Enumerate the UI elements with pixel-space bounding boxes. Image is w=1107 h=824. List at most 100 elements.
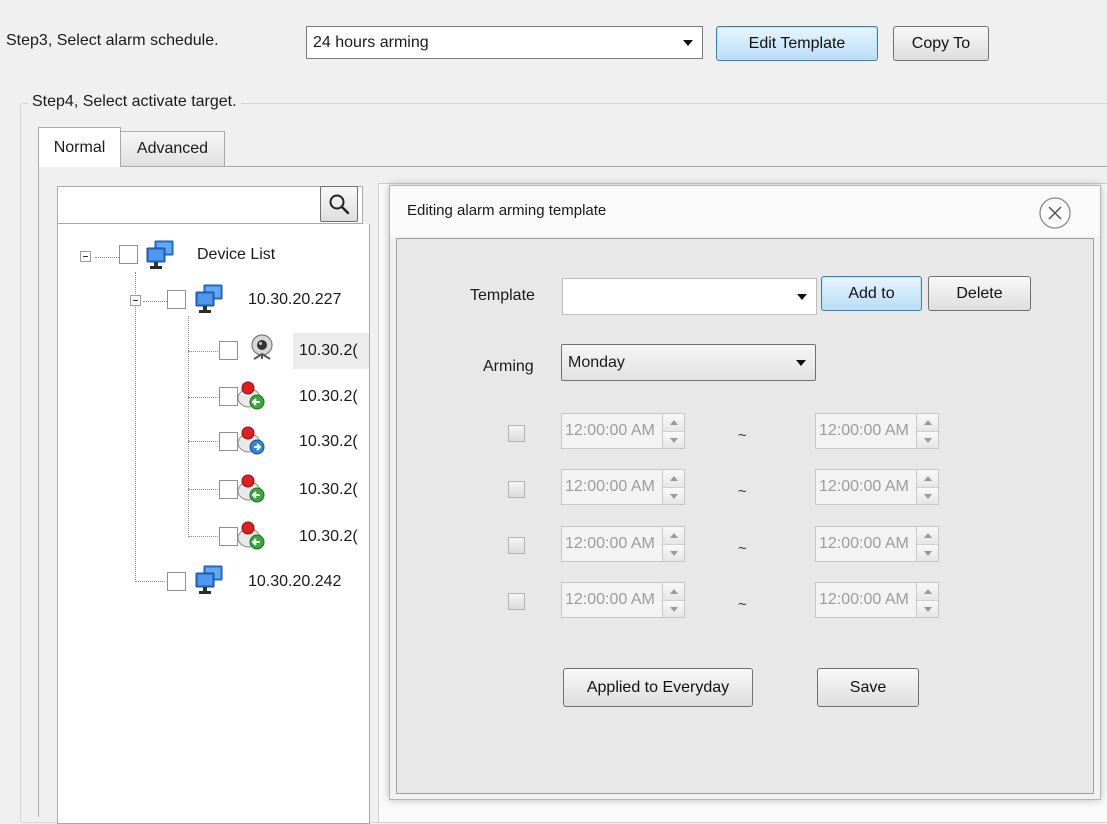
spin-up-icon[interactable] — [663, 470, 684, 487]
period-end-time[interactable]: 12:00:00 AM — [815, 526, 939, 562]
delete-button[interactable]: Delete — [928, 276, 1031, 311]
copy-to-button[interactable]: Copy To — [893, 26, 989, 61]
period-end-value: 12:00:00 AM — [819, 478, 909, 495]
time-spinner[interactable] — [662, 414, 684, 448]
monitor-group-icon — [195, 284, 223, 314]
period-checkbox[interactable] — [508, 537, 525, 554]
spin-down-icon[interactable] — [917, 600, 938, 617]
tree-group-label: 10.30.20.242 — [248, 573, 342, 590]
dialog-title: Editing alarm arming template — [407, 202, 607, 219]
tab-normal-label: Normal — [53, 138, 106, 156]
tree-line — [188, 397, 218, 398]
spin-up-icon[interactable] — [663, 583, 684, 600]
search-button[interactable] — [320, 186, 358, 222]
alarm-input-icon — [237, 474, 265, 503]
save-button[interactable]: Save — [817, 668, 919, 707]
time-spinner[interactable] — [916, 414, 938, 448]
period-end-time[interactable]: 12:00:00 AM — [815, 469, 939, 505]
time-spinner[interactable] — [662, 583, 684, 617]
tree-child-label: 10.30.2( — [299, 481, 358, 498]
tree-child-label: 10.30.2( — [299, 433, 358, 450]
period-checkbox[interactable] — [508, 425, 525, 442]
alarm-input-icon — [237, 381, 265, 410]
tree-line — [143, 301, 167, 302]
tab-advanced-label: Advanced — [136, 140, 209, 157]
tree-line — [188, 489, 218, 490]
apply-everyday-button[interactable]: Applied to Everyday — [563, 668, 753, 707]
spin-up-icon[interactable] — [663, 414, 684, 431]
arming-day-value: Monday — [568, 353, 625, 371]
period-start-time[interactable]: 12:00:00 AM — [561, 526, 685, 562]
arming-day-select[interactable]: Monday — [561, 344, 816, 381]
period-checkbox[interactable] — [508, 481, 525, 498]
spin-down-icon[interactable] — [663, 544, 684, 561]
spin-up-icon[interactable] — [917, 583, 938, 600]
period-start-time[interactable]: 12:00:00 AM — [561, 582, 685, 618]
spin-up-icon[interactable] — [917, 527, 938, 544]
spin-down-icon[interactable] — [663, 431, 684, 448]
spin-down-icon[interactable] — [917, 544, 938, 561]
period-separator: ~ — [738, 427, 747, 444]
tree-checkbox-group[interactable] — [167, 290, 186, 309]
tab-normal[interactable]: Normal — [38, 127, 121, 167]
tree-child-label: 10.30.2( — [299, 528, 358, 545]
template-select[interactable] — [562, 278, 817, 315]
period-start-time[interactable]: 12:00:00 AM — [561, 413, 685, 449]
spin-down-icon[interactable] — [663, 600, 684, 617]
time-spinner[interactable] — [916, 527, 938, 561]
chevron-down-icon — [683, 39, 693, 46]
period-separator: ~ — [738, 540, 747, 557]
collapse-toggle[interactable] — [80, 251, 91, 262]
tab-advanced[interactable]: Advanced — [121, 131, 225, 166]
schedule-select-value: 24 hours arming — [313, 33, 429, 51]
period-end-time[interactable]: 12:00:00 AM — [815, 582, 939, 618]
collapse-toggle[interactable] — [130, 295, 141, 306]
tree-root-label: Device List — [197, 246, 276, 263]
schedule-select[interactable]: 24 hours arming — [306, 26, 703, 59]
spin-down-icon[interactable] — [917, 431, 938, 448]
dialog-titlebar: Editing alarm arming template — [390, 186, 1100, 236]
spin-down-icon[interactable] — [917, 487, 938, 504]
time-spinner[interactable] — [662, 527, 684, 561]
chevron-down-icon — [797, 293, 807, 300]
monitor-group-icon — [146, 240, 174, 270]
tree-line — [188, 536, 218, 537]
template-label: Template — [470, 287, 535, 304]
tree-line — [188, 351, 218, 352]
add-to-button[interactable]: Add to — [821, 276, 922, 311]
tree-line — [188, 441, 218, 442]
period-start-value: 12:00:00 AM — [565, 591, 655, 608]
time-spinner[interactable] — [916, 583, 938, 617]
tree-checkbox-group[interactable] — [167, 572, 186, 591]
spin-up-icon[interactable] — [917, 414, 938, 431]
tree-checkbox-child[interactable] — [219, 341, 238, 360]
period-start-value: 12:00:00 AM — [565, 478, 655, 495]
tree-checkbox-root[interactable] — [119, 245, 138, 264]
spin-up-icon[interactable] — [663, 527, 684, 544]
period-checkbox[interactable] — [508, 593, 525, 610]
spin-up-icon[interactable] — [917, 470, 938, 487]
search-input[interactable] — [57, 186, 363, 224]
period-separator: ~ — [738, 483, 747, 500]
period-end-time[interactable]: 12:00:00 AM — [815, 413, 939, 449]
spin-down-icon[interactable] — [663, 487, 684, 504]
period-start-time[interactable]: 12:00:00 AM — [561, 469, 685, 505]
time-spinner[interactable] — [662, 470, 684, 504]
tree-group-label: 10.30.20.227 — [248, 291, 342, 308]
search-icon — [329, 194, 350, 215]
period-separator: ~ — [738, 596, 747, 613]
period-end-value: 12:00:00 AM — [819, 591, 909, 608]
tree-line — [95, 257, 119, 258]
edit-template-button[interactable]: Edit Template — [716, 26, 878, 61]
tree-child-label: 10.30.2( — [299, 342, 358, 359]
tree-line — [135, 272, 136, 582]
tree-line — [188, 316, 189, 537]
period-start-value: 12:00:00 AM — [565, 535, 655, 552]
step3-label: Step3, Select alarm schedule. — [6, 32, 219, 49]
period-start-value: 12:00:00 AM — [565, 422, 655, 439]
period-end-value: 12:00:00 AM — [819, 422, 909, 439]
chevron-down-icon — [796, 359, 806, 366]
close-icon[interactable] — [1038, 196, 1072, 230]
step4-label: Step4, Select activate target. — [28, 93, 241, 111]
time-spinner[interactable] — [916, 470, 938, 504]
